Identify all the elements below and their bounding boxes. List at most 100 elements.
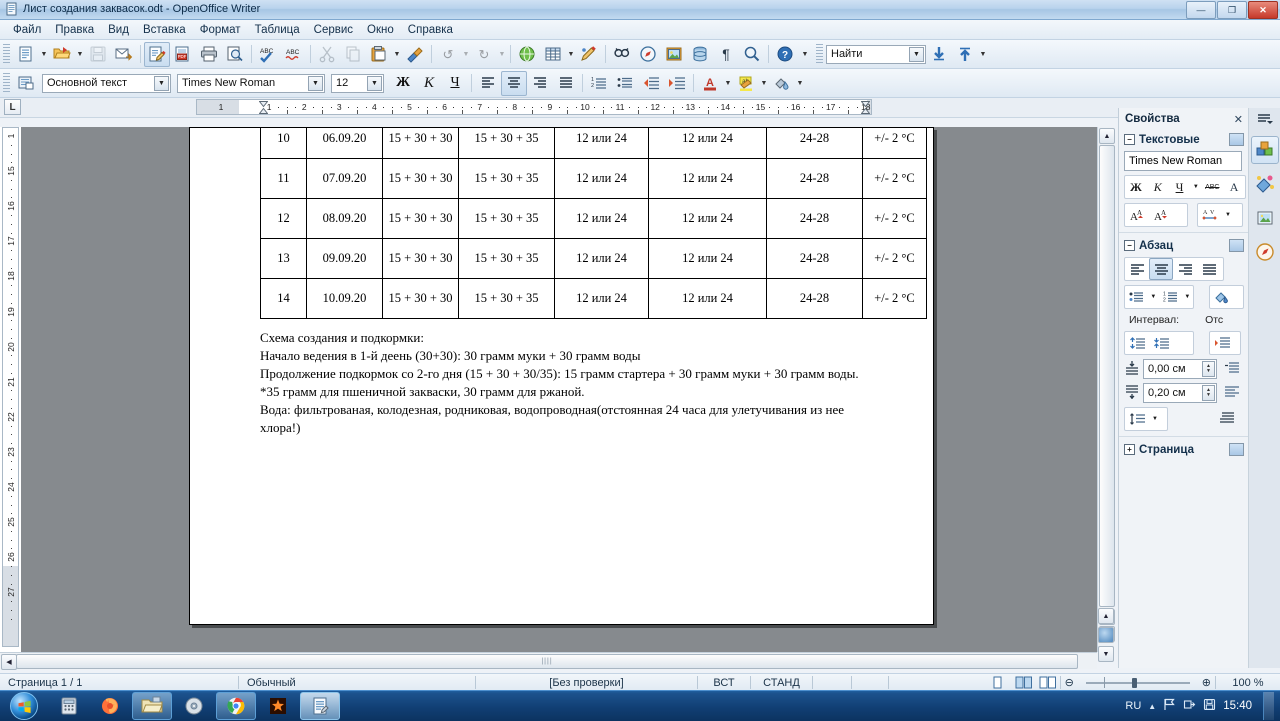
scroll-up-button[interactable]: ▲ — [1099, 128, 1115, 144]
paste-button[interactable] — [366, 42, 392, 67]
panel-header-character[interactable]: − Текстовые — [1119, 130, 1249, 149]
undo-dropdown-icon[interactable]: ▼ — [461, 43, 471, 66]
sidebar-bold-button[interactable]: Ж — [1125, 176, 1147, 198]
tray-language-indicator[interactable]: RU — [1125, 700, 1141, 712]
cell-temp-tolerance[interactable]: +/- 2 °C — [862, 278, 927, 319]
sidebar-settings-icon[interactable] — [1249, 108, 1280, 130]
new-document-button[interactable] — [13, 42, 39, 67]
find-previous-button[interactable] — [952, 42, 978, 67]
navigation-target-icon[interactable] — [1098, 627, 1114, 643]
start-button[interactable] — [1, 692, 47, 720]
taskbar-item-media-player[interactable] — [175, 693, 213, 719]
document-canvas[interactable]: 10 06.09.20 15 + 30 + 30 15 + 30 + 35 12… — [21, 127, 1097, 652]
ordered-list-button[interactable]: 12 — [586, 71, 612, 96]
document-page[interactable]: 10 06.09.20 15 + 30 + 30 15 + 30 + 35 12… — [189, 127, 934, 625]
edit-file-button[interactable] — [144, 41, 170, 67]
panel-header-page[interactable]: + Страница — [1119, 440, 1249, 459]
cell-temp-tolerance[interactable]: +/- 2 °C — [862, 198, 927, 239]
zoom-out-button[interactable]: ⊖ — [1061, 675, 1078, 690]
page-preview-button[interactable] — [222, 42, 248, 67]
underline-button[interactable]: Ч — [442, 71, 468, 96]
highlight-color-dropdown-icon[interactable]: ▼ — [759, 72, 769, 95]
font-color-dropdown-icon[interactable]: ▼ — [723, 72, 733, 95]
cell-hours-a[interactable]: 12 или 24 — [554, 278, 649, 319]
menu-item-tools[interactable]: Сервис — [307, 22, 360, 38]
cell-feed-a[interactable]: 15 + 30 + 30 — [382, 198, 459, 239]
sidebar-tab-properties[interactable] — [1251, 136, 1279, 164]
bold-button[interactable]: Ж — [390, 71, 416, 96]
collapse-icon[interactable]: − — [1124, 134, 1135, 145]
find-next-button[interactable] — [926, 42, 952, 67]
horizontal-ruler[interactable]: 1 1 2 3 4 5 6 7 8 9 10 11 12 13 14 15 16 17 18 — [196, 99, 872, 115]
increase-indent-icon[interactable] — [1210, 332, 1234, 354]
vertical-scrollbar[interactable]: ▲ ▼ ▲ — [1097, 127, 1115, 652]
sidebar-align-center-button[interactable] — [1149, 258, 1173, 280]
sidebar-close-icon[interactable]: ✕ — [1234, 113, 1243, 126]
navigation-previous-icon[interactable]: ▲ — [1098, 608, 1114, 624]
indent-after-text-icon[interactable] — [1224, 385, 1240, 402]
save-document-button[interactable] — [85, 42, 111, 67]
status-language[interactable]: [Без проверки] — [476, 675, 697, 690]
open-document-button[interactable] — [49, 42, 75, 67]
chevron-down-icon[interactable]: ▼ — [308, 75, 323, 91]
taskbar-item-openoffice-writer[interactable] — [300, 692, 340, 720]
cell-temp-tolerance[interactable]: +/- 2 °C — [862, 158, 927, 199]
help-button[interactable]: ? — [772, 42, 798, 67]
email-document-button[interactable] — [111, 42, 137, 67]
gallery-button[interactable] — [661, 42, 687, 67]
document-paragraphs[interactable]: Схема создания и подкормки: Начало веден… — [260, 329, 860, 437]
expand-icon[interactable]: + — [1124, 444, 1135, 455]
cell-feed-b[interactable]: 15 + 30 + 35 — [458, 198, 555, 239]
cell-feed-b[interactable]: 15 + 30 + 35 — [458, 158, 555, 199]
character-spacing-icon[interactable]: AV — [1198, 204, 1222, 226]
cell-feed-a[interactable]: 15 + 30 + 30 — [382, 238, 459, 279]
zoom-slider[interactable] — [1078, 676, 1198, 689]
hanging-indent-icon[interactable] — [1219, 411, 1235, 428]
sidebar-ordered-list-icon[interactable]: 12 — [1159, 286, 1182, 308]
insert-table-button[interactable] — [540, 42, 566, 67]
navigation-next-icon[interactable]: ▼ — [1098, 646, 1114, 662]
cell-hours-a[interactable]: 12 или 24 — [554, 238, 649, 279]
spacing-below-input[interactable]: 0,20 см ▲ ▼ — [1143, 383, 1217, 403]
sidebar-strikethrough-button[interactable]: ABC — [1201, 176, 1224, 198]
cell-number[interactable]: 10 — [260, 127, 307, 159]
insert-table-dropdown-icon[interactable]: ▼ — [566, 43, 576, 66]
menu-item-file[interactable]: Файл — [6, 22, 48, 38]
cell-date[interactable]: 09.09.20 — [306, 238, 383, 279]
formatting-toolbar-grip[interactable] — [3, 73, 10, 93]
panel-header-paragraph[interactable]: − Абзац — [1119, 236, 1249, 255]
sidebar-unordered-list-icon[interactable] — [1125, 286, 1148, 308]
minimize-button[interactable]: — — [1186, 1, 1216, 19]
paragraph-background-color-icon[interactable] — [1210, 286, 1234, 308]
font-color-button[interactable]: A — [697, 71, 723, 96]
cell-hours-b[interactable]: 12 или 24 — [648, 198, 767, 239]
sidebar-align-justified-button[interactable] — [1197, 258, 1221, 280]
network-icon[interactable] — [1183, 698, 1196, 714]
cell-feed-b[interactable]: 15 + 30 + 35 — [458, 238, 555, 279]
cell-number[interactable]: 11 — [260, 158, 307, 199]
taskbar-item-google-chrome[interactable] — [216, 692, 256, 720]
menu-item-edit[interactable]: Правка — [48, 22, 101, 38]
align-left-button[interactable] — [475, 71, 501, 96]
cell-date[interactable]: 10.09.20 — [306, 278, 383, 319]
cell-temp-range[interactable]: 24-28 — [766, 127, 863, 159]
redo-dropdown-icon[interactable]: ▼ — [497, 43, 507, 66]
new-document-dropdown-icon[interactable]: ▼ — [39, 43, 49, 66]
increase-paragraph-spacing-icon[interactable] — [1125, 332, 1149, 354]
redo-button[interactable]: ↻ — [471, 42, 497, 67]
background-color-button[interactable] — [769, 71, 795, 96]
tab-stop-selector[interactable]: L — [4, 99, 21, 115]
indent-before-text-icon[interactable] — [1224, 361, 1240, 378]
formatting-marks-button[interactable]: ¶ — [713, 42, 739, 67]
table-row[interactable]: 13 09.09.20 15 + 30 + 30 15 + 30 + 35 12… — [260, 238, 927, 279]
copy-button[interactable] — [340, 42, 366, 67]
toolbar-grip[interactable] — [3, 44, 10, 64]
cell-temp-range[interactable]: 24-28 — [766, 238, 863, 279]
unordered-list-button[interactable] — [612, 71, 638, 96]
starter-schedule-table[interactable]: 10 06.09.20 15 + 30 + 30 15 + 30 + 35 12… — [260, 127, 927, 319]
more-options-icon[interactable] — [1229, 443, 1244, 456]
align-right-button[interactable] — [527, 71, 553, 96]
apply-style-icon[interactable] — [13, 71, 39, 96]
open-document-dropdown-icon[interactable]: ▼ — [75, 43, 85, 66]
character-spacing-dropdown-icon[interactable]: ▼ — [1222, 204, 1234, 226]
